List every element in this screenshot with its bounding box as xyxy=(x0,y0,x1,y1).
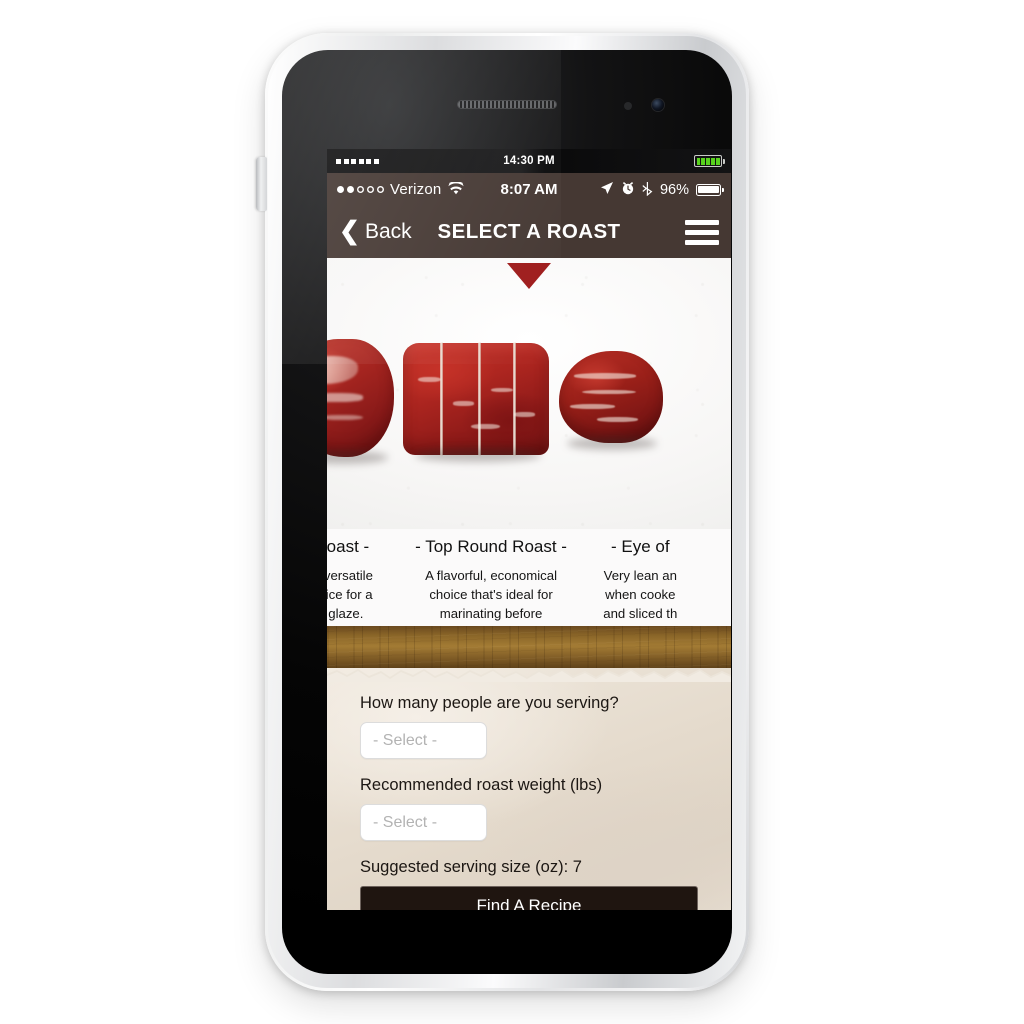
back-label: Back xyxy=(364,220,412,243)
proximity-sensor-icon xyxy=(624,102,632,110)
roast-card-center[interactable] xyxy=(403,258,550,529)
roast-text-right: - Eye of Very lean an when cooke and sli… xyxy=(573,529,708,626)
roast-card-right[interactable] xyxy=(544,258,679,529)
location-arrow-icon xyxy=(600,181,614,198)
roast-text-center: - Top Round Roast - A flavorful, economi… xyxy=(409,529,573,626)
paper-form-panel: How many people are you serving? - Selec… xyxy=(327,668,731,910)
beef-roast-photo xyxy=(559,351,664,450)
phone-device: 14:30 PM Verizon 8:07 AM 96% ❮ Back SELE… xyxy=(256,33,749,991)
carrier-name: Verizon xyxy=(390,181,442,198)
wood-grain-texture-overlay xyxy=(327,626,731,668)
signal-bars-icon xyxy=(336,158,379,164)
ios-status-right: 96% xyxy=(600,181,725,199)
roast-card-description: is versatile hoice for a r glaze. xyxy=(327,568,373,621)
battery-icon xyxy=(694,155,725,167)
roast-carousel[interactable] xyxy=(327,258,731,529)
triangle-down-icon xyxy=(507,263,551,289)
carrier-group: Verizon xyxy=(337,180,465,198)
carousel-text-zone: Roast - is versatile hoice for a r glaze… xyxy=(327,529,731,626)
beef-roast-photo xyxy=(327,339,394,464)
bluetooth-icon xyxy=(642,181,653,199)
roast-card-title: - Top Round Roast - xyxy=(415,537,567,556)
wood-board-background xyxy=(327,626,731,668)
wifi-icon xyxy=(448,180,465,198)
android-clock: 14:30 PM xyxy=(503,155,555,167)
nav-bar: ❮ Back SELECT A ROAST xyxy=(327,206,731,258)
carousel-track xyxy=(327,258,731,529)
roast-card-description: Very lean an when cooke and sliced th xyxy=(603,568,678,621)
phone-bezel: 14:30 PM Verizon 8:07 AM 96% ❮ Back SELE… xyxy=(282,50,732,974)
roast-card-left[interactable] xyxy=(327,258,409,529)
serving-count-select[interactable]: - Select - xyxy=(360,722,487,759)
roast-card-title: - Eye of xyxy=(611,537,670,556)
battery-percent: 96% xyxy=(659,181,689,198)
roast-card-description: A flavorful, economical choice that's id… xyxy=(425,568,558,626)
find-recipe-button[interactable]: Find A Recipe xyxy=(360,886,698,910)
beef-roast-photo xyxy=(403,342,550,462)
serving-count-label: How many people are you serving? xyxy=(360,694,619,712)
roast-form: How many people are you serving? - Selec… xyxy=(327,668,731,877)
speaker-grille-icon xyxy=(457,100,557,109)
battery-icon xyxy=(696,183,725,196)
hamburger-menu-icon[interactable] xyxy=(685,219,719,245)
suggested-serving-size: Suggested serving size (oz): 7 xyxy=(360,858,582,876)
roast-weight-select[interactable]: - Select - xyxy=(360,804,487,841)
roast-card-title: Roast - xyxy=(327,537,370,556)
signal-dots-icon xyxy=(337,186,384,193)
back-button[interactable]: ❮ Back xyxy=(339,216,412,245)
roast-text-left: Roast - is versatile hoice for a r glaze… xyxy=(327,529,409,626)
alarm-clock-icon xyxy=(621,181,635,198)
carousel-text-track: Roast - is versatile hoice for a r glaze… xyxy=(327,529,731,626)
ios-status-bar: Verizon 8:07 AM 96% xyxy=(327,173,731,206)
app-screen: 14:30 PM Verizon 8:07 AM 96% ❮ Back SELE… xyxy=(327,149,731,910)
roast-weight-label: Recommended roast weight (lbs) xyxy=(360,776,603,794)
chevron-left-icon: ❮ xyxy=(339,216,360,245)
front-camera-icon xyxy=(652,99,664,111)
volume-button-icon[interactable] xyxy=(256,157,267,211)
android-status-bar: 14:30 PM xyxy=(327,149,731,173)
